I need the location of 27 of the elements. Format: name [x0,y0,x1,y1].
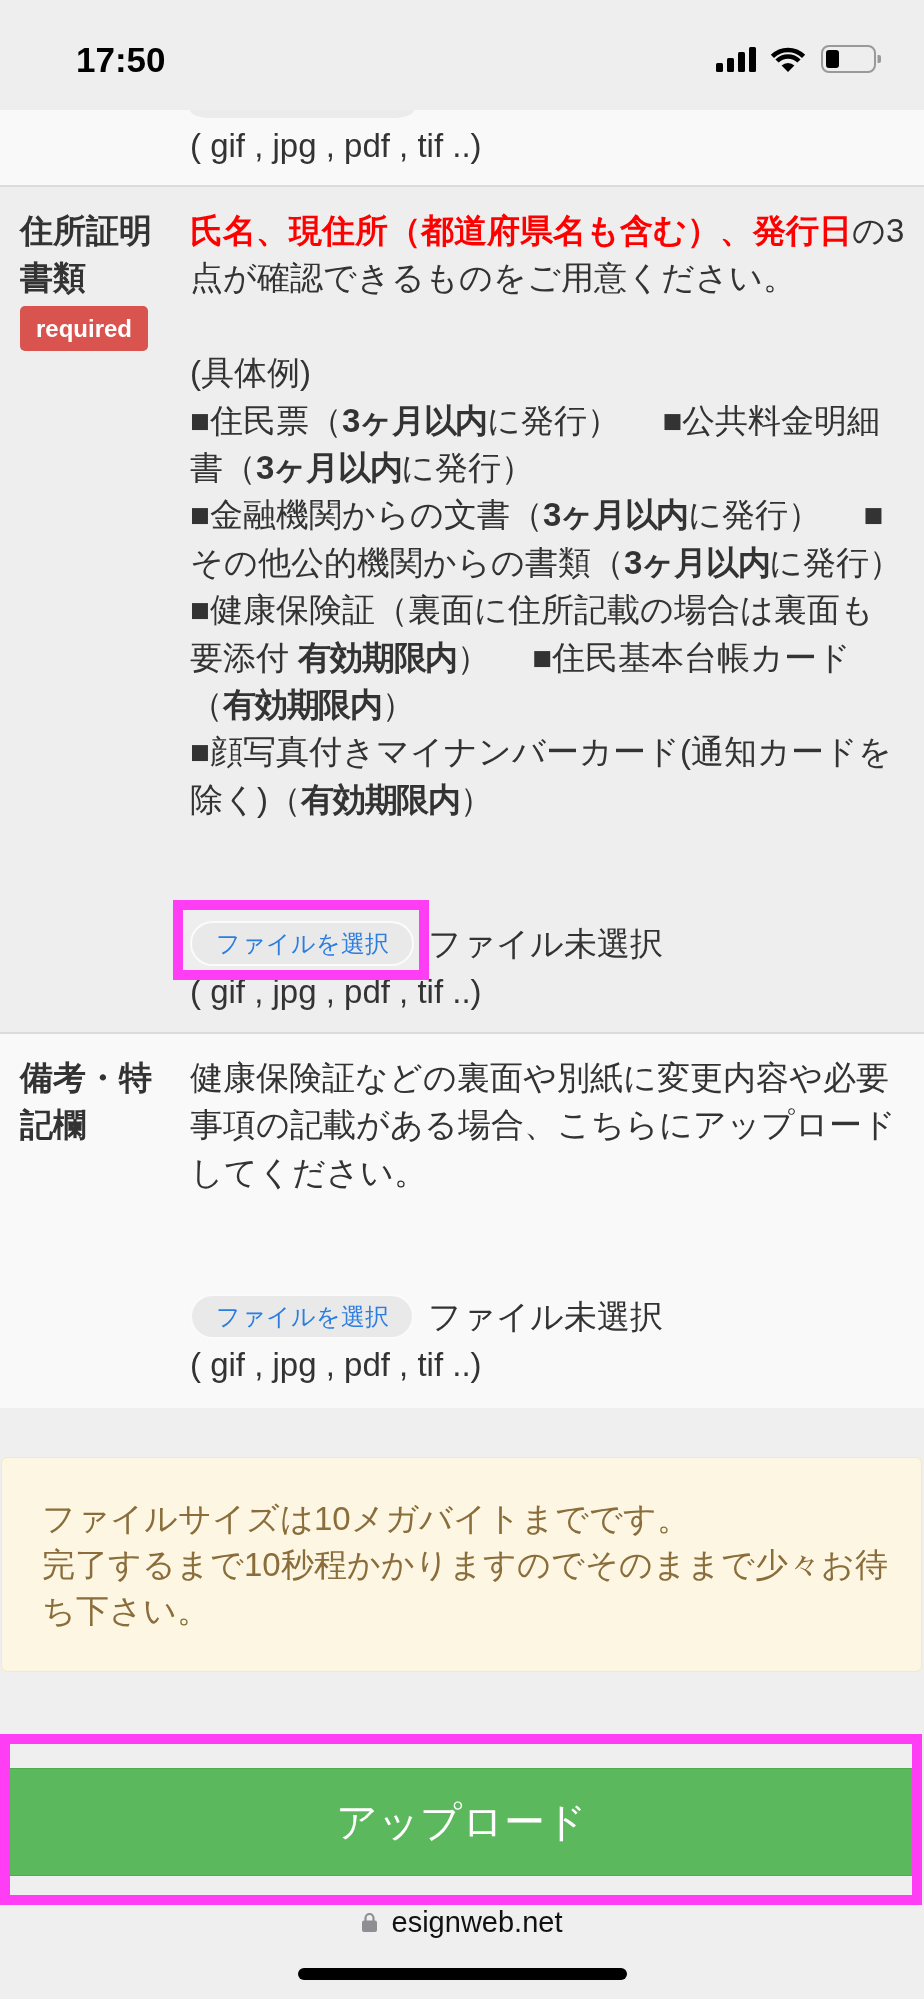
notice-text: 完了するまで10秒程かかりますのでそのままで少々お待ち下さい。 [42,1545,889,1632]
examples-heading: (具体例) [190,353,312,394]
example-text: ■健康保険証（裏面に住所記載の場合は裏面も要添付 有効期限内） ■住民基本台帳カード（有効期限内） [190,590,875,726]
example-text: ■顔写真付きマイナンバーカード(通知カードを除く)（有効期限内） [190,732,893,820]
file-status-text: ファイル未選択 [428,924,663,965]
battery-icon [821,45,881,73]
required-badge: required [20,306,149,352]
file-types-text: ( gif , jpg , pdf , tif ..) [190,971,483,1012]
field-label: 住所証明書類 [20,211,153,299]
status-time: 17:50 [76,41,166,77]
home-indicator[interactable] [297,1968,627,1981]
signal-icon [716,46,756,72]
notice-text: ファイルサイズは10メガバイトまでです。 [42,1499,691,1540]
lock-icon [361,1912,377,1933]
upload-button[interactable]: アップロード [10,1768,912,1877]
file-button[interactable]: ファイルを選択 [190,1294,414,1340]
file-types-text: ( gif , jpg , pdf , tif ..) [190,126,483,166]
field-label: 備考・特記欄 [20,1058,153,1146]
example-text: ■金融機関からの文書（3ヶ月以内に発行） ■その他公的機関からの書類（3ヶ月以内に発行） [190,495,904,583]
file-types-text: ( gif , jpg , pdf , tif ..) [190,1344,483,1385]
instruction-text: 氏名、現住所（都道府県名も含む）、発行日の3点が確認できるものをご用意ください。 [190,211,906,299]
instruction-text: 健康保険証などの裏面や別紙に変更内容や必要事項の記載がある場合、こちらにアップロードしてください。 [190,1058,897,1193]
wifi-icon [769,45,807,73]
example-text: ■住民票（3ヶ月以内に発行） ■公共料金明細書（3ヶ月以内に発行） [190,400,882,488]
url-text: esignweb.net [391,1907,563,1937]
file-button[interactable]: ファイルを選択 [190,921,414,967]
file-status-text: ファイル未選択 [428,1297,663,1338]
